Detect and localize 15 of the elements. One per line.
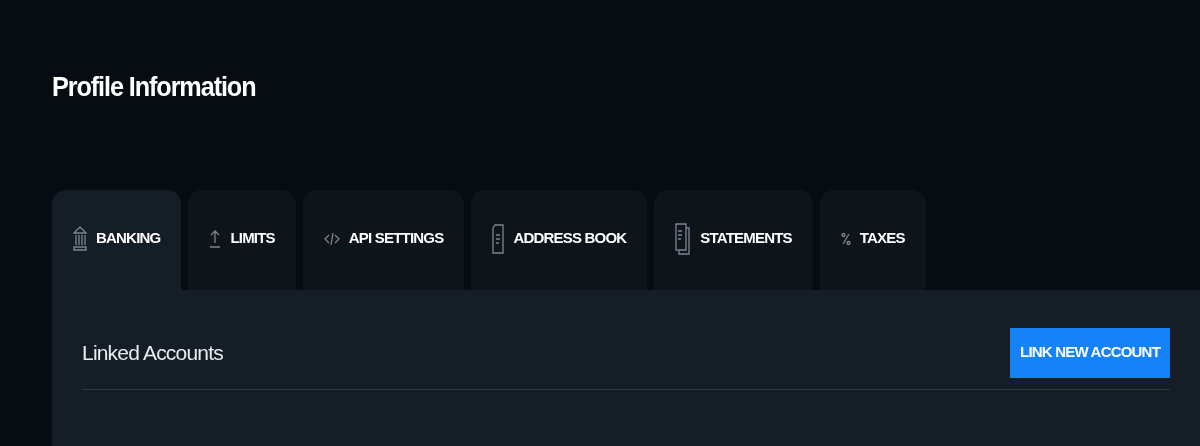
document-icon [492,223,505,254]
page-title: Profile Information [52,70,256,104]
tab[interactable]: STATEMENTS [654,190,813,290]
tab[interactable]: BANKING [52,190,182,290]
tab[interactable]: ADDRESS BOOK [471,190,648,290]
upload-icon [209,228,222,249]
percent-icon [840,231,851,246]
code-icon [323,231,340,246]
tab[interactable]: TAXES [819,190,926,290]
bank-icon [73,225,87,252]
tab[interactable]: API SETTINGS [302,190,465,290]
link-account-button[interactable]: LINK NEW ACCOUNT [1010,327,1170,378]
tab[interactable]: LIMITS [188,190,296,290]
section-heading: Linked Accounts [82,339,223,366]
documents-icon [675,222,692,255]
